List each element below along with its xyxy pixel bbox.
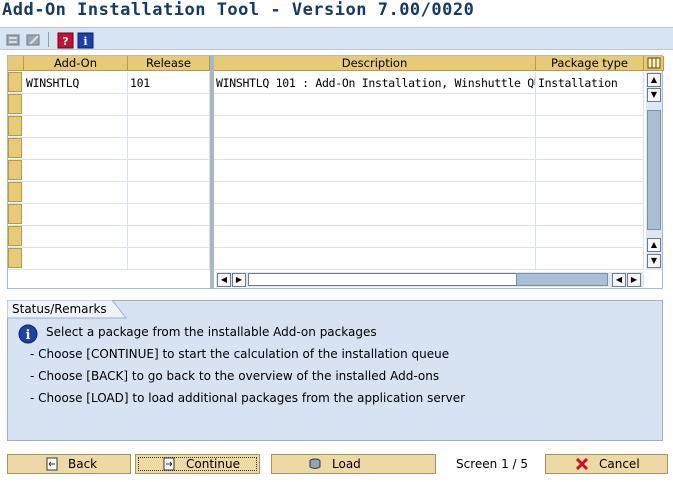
deselect-icon[interactable] [24, 31, 42, 48]
scroll-left-icon[interactable]: ◀ [612, 273, 626, 287]
horizontal-scroll-thumb[interactable] [516, 273, 608, 286]
status-message-continue: - Choose [CONTINUE] to start the calcula… [30, 347, 450, 361]
cancel-button[interactable]: Cancel [545, 454, 668, 474]
load-button[interactable]: Load [271, 454, 436, 474]
cell-package-type: Installation [536, 72, 644, 94]
table-row[interactable] [214, 116, 644, 138]
select-all-icon[interactable] [4, 31, 22, 48]
cell-addon: WINSHTLQ [24, 72, 128, 94]
row-selector[interactable] [8, 204, 22, 224]
row-selector[interactable] [8, 226, 22, 246]
addon-table: Add-On Release WINSHTLQ 101 Description … [7, 55, 664, 289]
screen-indicator: Screen 1 / 5 [456, 457, 529, 471]
toolbar: ? i [0, 27, 673, 50]
status-remarks-panel: Status/Remarks i Select a package from t… [7, 300, 663, 441]
scroll-page-down-icon[interactable]: ▼ [647, 254, 661, 268]
table-row[interactable] [8, 138, 210, 160]
status-message-back: - Choose [BACK] to go back to the overvi… [30, 369, 440, 383]
table-left-pane: Add-On Release WINSHTLQ 101 [8, 56, 210, 289]
table-row[interactable] [214, 160, 644, 182]
info-circle-icon: i [18, 324, 38, 344]
column-config-icon[interactable] [644, 56, 664, 71]
row-selector[interactable] [8, 248, 22, 268]
scroll-down-icon[interactable]: ▼ [647, 88, 661, 102]
cell-description: WINSHTLQ 101 : Add-On Installation, Wins… [214, 72, 536, 94]
window-title: Add-On Installation Tool - Version 7.00/… [2, 0, 475, 20]
table-row[interactable] [8, 182, 210, 204]
select-all-rows-header[interactable] [8, 56, 24, 71]
table-row[interactable] [8, 116, 210, 138]
scroll-left-icon[interactable]: ◀ [217, 273, 231, 287]
table-row[interactable] [8, 248, 210, 270]
table-row[interactable] [8, 226, 210, 248]
table-row[interactable] [214, 204, 644, 226]
table-row[interactable] [214, 94, 644, 116]
row-selector[interactable] [8, 138, 22, 158]
column-header-description[interactable]: Description [214, 56, 536, 71]
continue-icon [163, 457, 175, 471]
vertical-scroll-thumb[interactable] [647, 110, 661, 230]
toolbar-separator [48, 32, 49, 47]
info-icon[interactable]: i [76, 31, 94, 49]
continue-button-label: Continue [186, 457, 240, 471]
table-row[interactable]: WINSHTLQ 101 [8, 72, 210, 94]
column-header-addon[interactable]: Add-On [24, 56, 128, 71]
status-remarks-tab: Status/Remarks [7, 300, 127, 319]
column-header-release[interactable]: Release [128, 56, 210, 71]
row-selector[interactable] [8, 116, 22, 136]
back-button-label: Back [68, 457, 98, 471]
table-row[interactable] [8, 94, 210, 116]
load-icon [309, 458, 321, 469]
svg-text:i: i [26, 328, 31, 343]
table-right-pane: Description Package type WINSHTLQ 101 : … [214, 56, 664, 289]
horizontal-scrollbar[interactable]: ◀ ▶ ◀ ▶ [216, 272, 644, 287]
scroll-right-icon[interactable]: ▶ [232, 273, 246, 287]
cell-release: 101 [128, 72, 210, 94]
table-row[interactable] [214, 248, 644, 270]
status-message-main: Select a package from the installable Ad… [46, 325, 377, 339]
table-row[interactable] [214, 226, 644, 248]
scroll-page-up-icon[interactable]: ▲ [647, 238, 661, 252]
table-row[interactable] [214, 182, 644, 204]
back-icon [46, 457, 58, 471]
scroll-up-icon[interactable]: ▲ [647, 73, 661, 87]
table-row[interactable] [8, 204, 210, 226]
table-row[interactable]: WINSHTLQ 101 : Add-On Installation, Wins… [214, 72, 644, 94]
svg-text:?: ? [62, 35, 68, 48]
row-selector[interactable] [8, 72, 22, 92]
status-remarks-label: Status/Remarks [12, 302, 107, 316]
load-button-label: Load [332, 457, 361, 471]
column-header-package-type[interactable]: Package type [536, 56, 644, 71]
svg-text:i: i [83, 35, 87, 48]
cancel-icon [575, 457, 589, 471]
status-message-load: - Choose [LOAD] to load additional packa… [30, 391, 466, 405]
row-selector[interactable] [8, 182, 22, 202]
cancel-button-label: Cancel [599, 457, 640, 471]
vertical-scrollbar[interactable]: ▲ ▼ ▲ ▼ [646, 72, 662, 270]
row-selector[interactable] [8, 94, 22, 114]
continue-button[interactable]: Continue [135, 454, 260, 474]
table-row[interactable] [214, 138, 644, 160]
back-button[interactable]: Back [7, 454, 131, 474]
table-row[interactable] [8, 160, 210, 182]
help-icon[interactable]: ? [56, 31, 74, 49]
row-selector[interactable] [8, 160, 22, 180]
scroll-right-icon[interactable]: ▶ [627, 273, 641, 287]
